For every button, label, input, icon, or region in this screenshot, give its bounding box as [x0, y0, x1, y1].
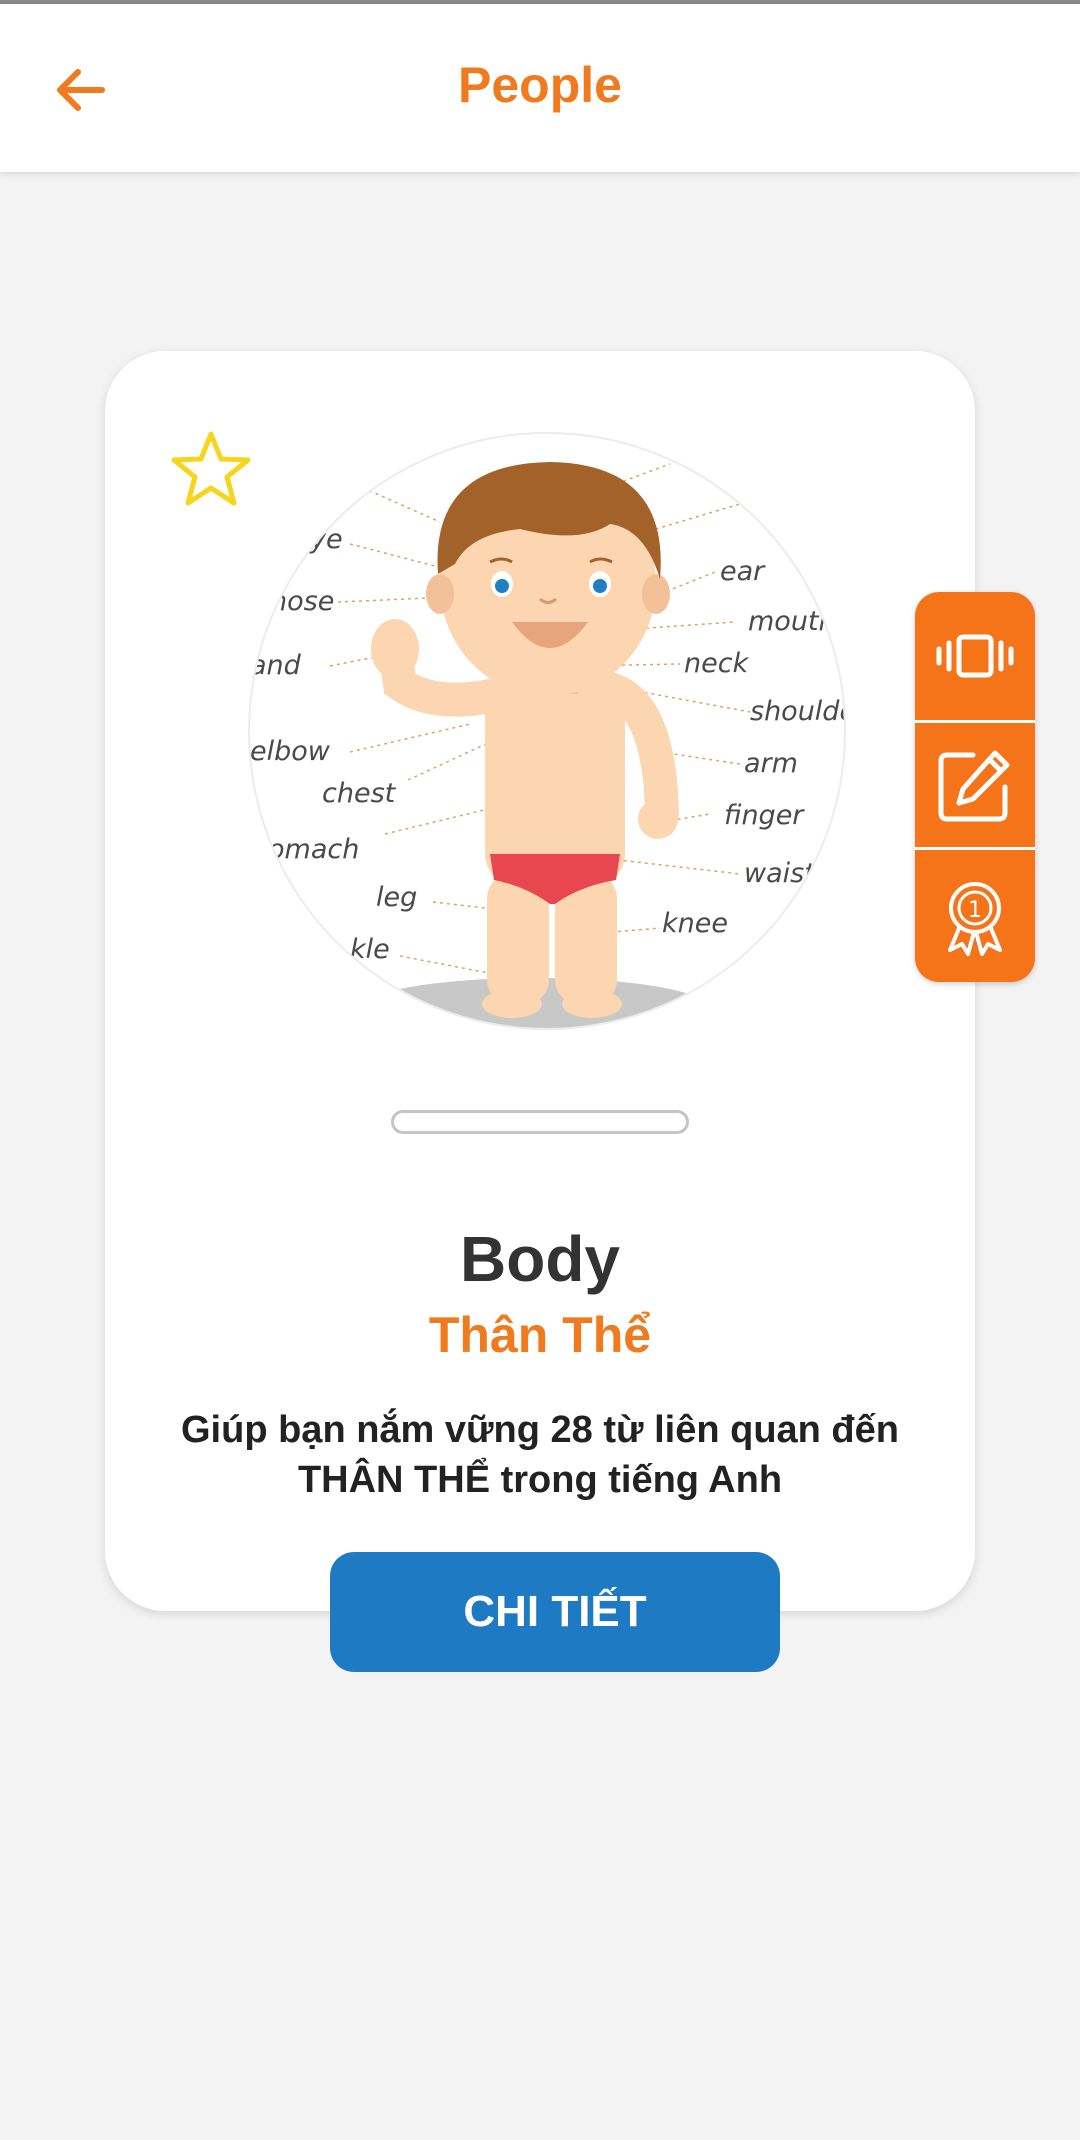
label-shoulder: shoulde — [750, 696, 846, 727]
svg-text:1: 1 — [968, 898, 982, 923]
word-translation: Thân Thể — [428, 1307, 652, 1363]
label-stomach: omach — [268, 834, 360, 865]
app-bar: People — [0, 4, 1080, 172]
label-finger: finger — [724, 800, 804, 831]
label-head: e — [744, 486, 761, 517]
edit-icon — [938, 750, 1010, 822]
vibrate-button[interactable] — [915, 592, 1035, 720]
label-neck: neck — [684, 648, 749, 679]
progress-bar — [391, 1110, 689, 1134]
label-mouth: mouth — [748, 606, 836, 637]
word-title: Body — [460, 1223, 620, 1295]
detail-button[interactable]: CHI TIẾT — [330, 1552, 780, 1672]
label-arm: arm — [744, 748, 798, 779]
label-ankle: kle — [350, 934, 390, 965]
label-eye: ye — [310, 524, 343, 555]
edit-button[interactable] — [915, 723, 1035, 847]
body-illustration: ye nose and elbow chest omach leg kle e … — [248, 432, 846, 1030]
side-action-panel: 1 — [915, 592, 1035, 982]
vibrate-icon — [936, 634, 1014, 678]
label-chest: chest — [322, 778, 396, 809]
star-outline-icon — [171, 431, 251, 506]
word-description: Giúp bạn nắm vững 28 từ liên quan đến TH… — [181, 1409, 899, 1501]
label-leg: leg — [376, 882, 418, 913]
label-waist: waist — [744, 858, 815, 889]
achievement-button[interactable]: 1 — [915, 850, 1035, 982]
award-medal-icon: 1 — [948, 882, 1002, 956]
label-elbow: elbow — [250, 736, 330, 767]
page-title: People — [458, 57, 622, 113]
label-knee: knee — [662, 908, 728, 939]
label-ear: ear — [720, 556, 765, 587]
favorite-button[interactable] — [168, 428, 254, 508]
label-nose: nose — [270, 586, 335, 617]
label-hand: and — [250, 650, 301, 681]
